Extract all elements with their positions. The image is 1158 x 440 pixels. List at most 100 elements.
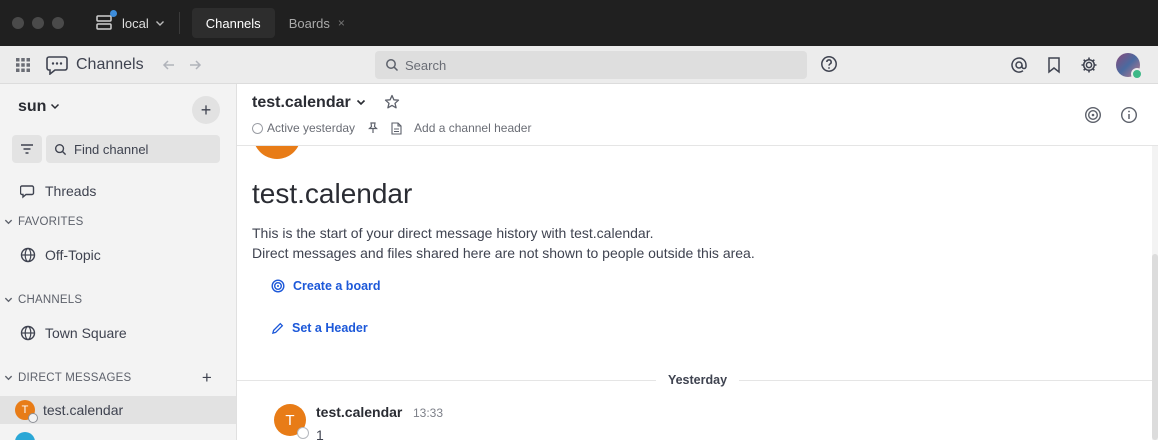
member-status: Active yesterday — [267, 121, 356, 135]
global-header: Channels Search — [0, 46, 1158, 84]
tab-boards[interactable]: Boards × — [275, 8, 359, 38]
search-placeholder: Search — [405, 57, 447, 73]
online-status-icon — [1131, 68, 1143, 80]
product-name: Channels — [76, 55, 144, 73]
offline-status-icon — [297, 427, 309, 439]
boards-icon — [271, 279, 285, 293]
close-window-button[interactable] — [12, 17, 24, 29]
pin-icon[interactable] — [367, 122, 379, 134]
arrow-left-icon[interactable] — [162, 58, 176, 72]
chevron-down-icon — [356, 94, 366, 112]
add-channel-button[interactable]: + — [192, 96, 220, 124]
globe-icon — [19, 325, 37, 341]
globe-icon — [19, 247, 37, 263]
chevron-down-icon — [4, 373, 13, 384]
window-titlebar: local Channels Boards × — [0, 0, 1158, 46]
category-channels[interactable]: CHANNELS — [0, 290, 236, 310]
sidebar-item-off-topic[interactable]: Off-Topic — [0, 241, 236, 269]
tab-channels[interactable]: Channels — [191, 8, 275, 38]
plus-icon: + — [200, 99, 212, 120]
action-label: Set a Header — [292, 321, 368, 335]
user-avatar[interactable] — [1116, 53, 1143, 80]
scrollbar-thumb[interactable] — [1152, 254, 1158, 440]
category-label: CHANNELS — [18, 294, 83, 306]
titlebar-divider — [178, 12, 180, 34]
star-icon[interactable] — [384, 94, 400, 110]
filter-icon — [20, 143, 34, 155]
server-selector[interactable]: local — [94, 8, 165, 38]
set-header-button[interactable]: Set a Header — [271, 321, 368, 335]
arrow-right-icon[interactable] — [188, 58, 202, 72]
product-menu-icon[interactable] — [14, 56, 32, 74]
category-label: FAVORITES — [18, 216, 84, 228]
mentions-icon[interactable] — [1010, 56, 1028, 74]
sidebar-item-town-square[interactable]: Town Square — [0, 319, 236, 347]
search-icon — [54, 143, 67, 156]
server-name: local — [122, 15, 149, 31]
add-direct-message-icon[interactable]: + — [202, 368, 212, 388]
product-switcher: Channels — [46, 55, 144, 75]
channel-name: test.calendar — [252, 94, 351, 111]
category-label: DIRECT MESSAGES — [18, 372, 132, 384]
intro-description: This is the start of your direct message… — [252, 223, 755, 263]
threads-icon — [19, 183, 37, 199]
channel-header-actions — [1084, 106, 1138, 124]
chevron-down-icon — [50, 98, 60, 116]
gear-icon[interactable] — [1080, 56, 1098, 74]
sidebar-item-label: Threads — [45, 183, 97, 199]
sidebar-item-test-calendar[interactable]: T test.calendar — [0, 396, 236, 424]
post-author[interactable]: test.calendar — [316, 404, 402, 420]
find-channel-label: Find channel — [74, 141, 149, 157]
date-separator: Yesterday — [237, 370, 1158, 390]
sidebar-item-label: test.calendar — [43, 402, 124, 418]
maximize-window-button[interactable] — [52, 17, 64, 29]
search-icon — [385, 58, 399, 72]
avatar-initial: T — [285, 411, 295, 429]
server-icon — [94, 10, 117, 33]
sidebar-item-label: Town Square — [45, 325, 127, 341]
team-menu[interactable]: sun — [18, 98, 60, 116]
action-label: Create a board — [293, 279, 381, 293]
sidebar-item-threads[interactable]: Threads — [0, 177, 236, 205]
info-icon[interactable] — [1120, 106, 1138, 124]
add-channel-header-link[interactable]: Add a channel header — [414, 121, 531, 135]
offline-status-icon — [252, 122, 263, 134]
chevron-down-icon — [4, 217, 13, 228]
unread-filter-button[interactable] — [12, 135, 42, 163]
close-icon[interactable]: × — [338, 16, 345, 30]
pencil-icon — [271, 322, 284, 335]
history-nav — [162, 58, 202, 72]
avatar — [15, 432, 35, 440]
server-unread-dot — [110, 10, 117, 17]
avatar[interactable]: T — [274, 404, 309, 439]
channel-header: test.calendar Active yesterday Add a cha… — [237, 84, 1158, 146]
minimize-window-button[interactable] — [32, 17, 44, 29]
channel-subheader: Active yesterday Add a channel header — [252, 121, 531, 135]
search-input[interactable]: Search — [375, 51, 807, 79]
channel-view: test.calendar This is the start of your … — [237, 84, 1158, 440]
category-favorites[interactable]: FAVORITES — [0, 212, 236, 232]
chevron-down-icon — [155, 18, 165, 28]
channel-name-menu[interactable]: test.calendar — [252, 94, 366, 112]
intro-line: Direct messages and files shared here ar… — [252, 245, 755, 261]
post-timestamp[interactable]: 13:33 — [413, 406, 443, 420]
offline-status-icon — [28, 413, 38, 423]
channel-sidebar: sun + Find channel Threads FAVORITES Off — [0, 84, 237, 440]
header-right-controls — [1010, 46, 1158, 84]
tab-label: Boards — [288, 15, 330, 31]
find-channel-button[interactable]: Find channel — [46, 135, 220, 163]
files-icon[interactable] — [391, 121, 402, 135]
help-icon[interactable] — [820, 55, 838, 73]
category-direct-messages[interactable]: DIRECT MESSAGES + — [0, 368, 236, 388]
channels-product-icon — [46, 55, 68, 75]
create-board-button[interactable]: Create a board — [271, 279, 381, 293]
intro-line: This is the start of your direct message… — [252, 225, 654, 241]
avatar: T — [15, 400, 38, 423]
boards-icon[interactable] — [1084, 106, 1102, 124]
window-controls — [12, 17, 64, 29]
intro-title: test.calendar — [252, 178, 413, 209]
saved-messages-icon[interactable] — [1046, 56, 1062, 74]
avatar-initial: T — [21, 404, 29, 416]
chevron-down-icon — [4, 295, 13, 306]
date-separator-label: Yesterday — [655, 373, 740, 387]
